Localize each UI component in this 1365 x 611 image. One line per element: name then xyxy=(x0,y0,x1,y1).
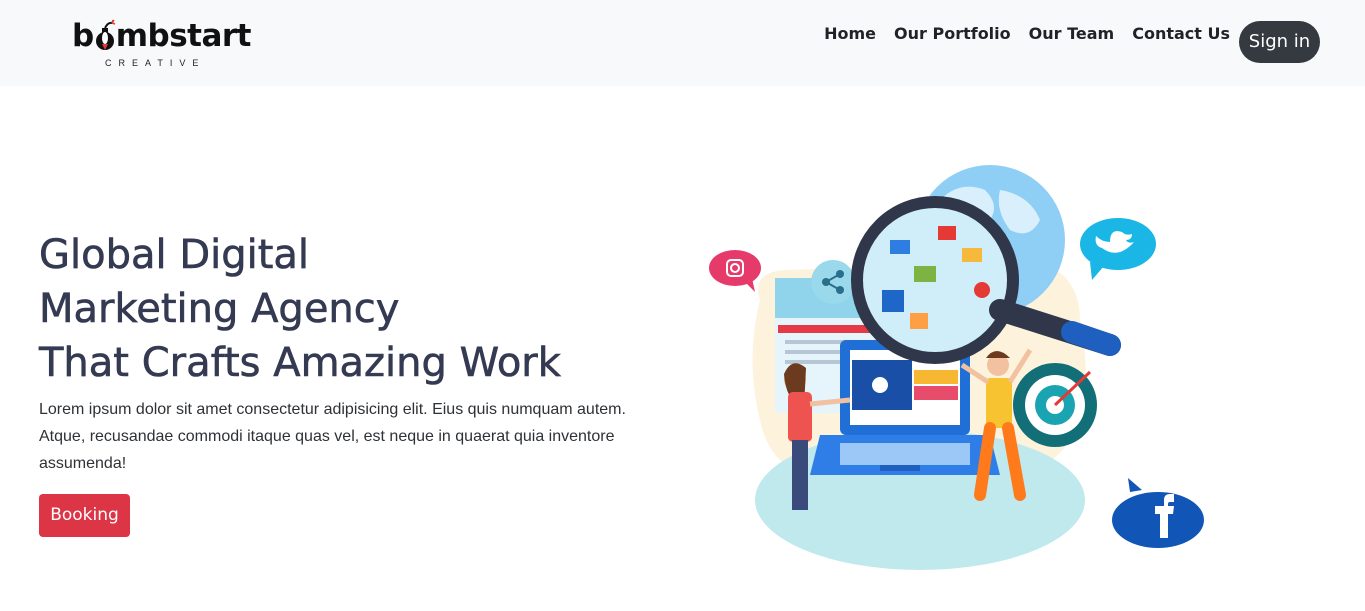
nav-links: Home Our Portfolio Our Team Contact Us xyxy=(824,22,1230,46)
instagram-icon[interactable] xyxy=(709,250,761,292)
booking-button[interactable]: Booking xyxy=(39,494,130,537)
share-icon xyxy=(811,260,855,304)
magnifier-icon xyxy=(851,196,1121,364)
brand-name-suffix: mbstart xyxy=(115,18,252,54)
bomb-icon xyxy=(94,14,116,58)
hero-title-line-2: Marketing Agency xyxy=(39,286,400,333)
hero-title-line-3: That Crafts Amazing Work xyxy=(39,340,562,387)
brand-name-prefix: b xyxy=(72,18,94,54)
twitter-icon[interactable] xyxy=(1080,218,1156,280)
brand-tagline: CREATIVE xyxy=(105,58,206,68)
hero-title-line-1: Global Digital xyxy=(39,232,310,279)
hero-title: Global Digital Marketing Agency That Cra… xyxy=(39,228,639,390)
hero-description: Lorem ipsum dolor sit amet consectetur a… xyxy=(39,401,626,472)
target-icon xyxy=(1013,363,1097,447)
nav-link-our-portfolio[interactable]: Our Portfolio xyxy=(894,22,1011,46)
sign-in-button[interactable]: Sign in xyxy=(1239,21,1320,63)
facebook-icon[interactable] xyxy=(1112,478,1204,548)
nav-link-contact-us[interactable]: Contact Us xyxy=(1132,22,1230,46)
brand-name: b mbstart xyxy=(72,14,252,58)
hero-illustration xyxy=(709,165,1204,570)
brand-logo[interactable]: b mbstart CREATIVE xyxy=(72,14,262,72)
nav-link-our-team[interactable]: Our Team xyxy=(1029,22,1115,46)
navbar: b mbstart CREATIVE Home Our Portfolio Our… xyxy=(0,0,1365,86)
nav-link-home[interactable]: Home xyxy=(824,22,876,46)
